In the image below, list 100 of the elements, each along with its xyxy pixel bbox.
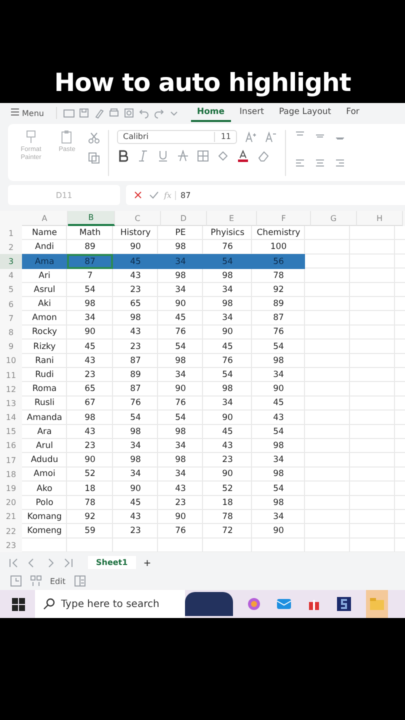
font-name-dropdown[interactable]: Calibri 11 <box>117 130 237 144</box>
first-sheet-icon[interactable] <box>8 556 20 569</box>
table-cell-text: Amon <box>31 312 58 326</box>
table-cell-text: 76 <box>221 354 234 368</box>
app-tile-icon[interactable] <box>336 596 352 612</box>
strikethrough-icon[interactable] <box>177 150 189 162</box>
sheet-tab[interactable]: Sheet1 <box>88 556 136 570</box>
add-sheet-button[interactable]: + <box>142 556 153 570</box>
row-header[interactable]: 17 <box>0 453 22 468</box>
preview-icon[interactable] <box>122 107 135 120</box>
row-header[interactable]: 5 <box>0 282 22 297</box>
table-cell-text: 76 <box>174 397 187 410</box>
clock-icon[interactable] <box>10 575 22 588</box>
column-header[interactable]: B <box>68 211 115 226</box>
table-cell-text: Math <box>78 227 102 240</box>
table-cell-text: 43 <box>129 510 142 524</box>
search-icon[interactable] <box>43 598 55 610</box>
row-header[interactable]: 13 <box>0 396 22 410</box>
save-icon[interactable] <box>78 107 90 120</box>
row-header[interactable]: 14 <box>0 410 22 425</box>
function-label[interactable]: fx <box>164 190 176 200</box>
ribbon-tab[interactable]: For <box>340 104 366 122</box>
grid-icon[interactable] <box>30 575 42 588</box>
column-header[interactable]: E <box>207 211 257 226</box>
row-header[interactable]: 12 <box>0 382 22 396</box>
formula-field[interactable]: fx 87 <box>126 185 405 206</box>
row-header[interactable]: 6 <box>0 296 22 312</box>
windows-start-icon[interactable] <box>10 596 26 612</box>
decrease-font-icon[interactable] <box>265 130 277 143</box>
column-header[interactable]: F <box>257 211 311 226</box>
row-header[interactable]: 11 <box>0 368 22 382</box>
active-cell[interactable]: 87 <box>67 254 113 269</box>
confirm-icon[interactable] <box>148 189 160 202</box>
table-cell-text: 92 <box>272 284 285 297</box>
table-cell-text: 76 <box>174 525 187 538</box>
redo-icon[interactable] <box>152 107 165 120</box>
align-center-icon[interactable] <box>314 156 326 169</box>
row-header[interactable]: 4 <box>0 268 22 283</box>
ribbon-tab[interactable]: Page Layout <box>272 104 338 122</box>
table-cell-text: 76 <box>129 397 142 410</box>
taskbar-search-field[interactable]: Type here to search <box>35 590 185 618</box>
increase-font-icon[interactable] <box>245 130 257 143</box>
underline-icon[interactable] <box>157 150 169 162</box>
column-header[interactable]: H <box>357 211 403 226</box>
row-header[interactable]: 15 <box>0 424 22 439</box>
undo-icon[interactable] <box>138 107 150 120</box>
name-box[interactable]: D11 <box>8 185 120 206</box>
table-cell-text: PE <box>174 227 187 240</box>
table-cell-text: 78 <box>221 510 234 524</box>
table-cell-text: 87 <box>272 312 285 326</box>
table-cell-text: 90 <box>221 326 234 340</box>
row-header[interactable]: 8 <box>0 325 22 340</box>
row-header[interactable]: 21 <box>0 510 22 524</box>
table-cell-text: 89 <box>272 298 285 312</box>
row-header[interactable]: 9 <box>0 340 22 354</box>
row-header[interactable]: 16 <box>0 438 22 454</box>
align-right-icon[interactable] <box>334 156 346 169</box>
row-header[interactable]: 20 <box>0 496 22 510</box>
row-header[interactable]: 2 <box>0 240 22 254</box>
column-header[interactable]: G <box>311 211 357 226</box>
table-cell-text: 87 <box>129 383 142 396</box>
copilot-icon[interactable] <box>246 596 262 612</box>
row-header[interactable]: 10 <box>0 354 22 368</box>
row-header[interactable]: 19 <box>0 481 22 496</box>
row-header[interactable]: 7 <box>0 311 22 326</box>
copy-icon[interactable] <box>88 152 100 164</box>
eraser-icon[interactable] <box>257 150 269 162</box>
row-header[interactable]: 3 <box>0 254 22 269</box>
table-cell-text: 43 <box>129 270 142 283</box>
print-icon[interactable] <box>108 107 120 120</box>
row-header[interactable]: 22 <box>0 524 22 538</box>
italic-icon[interactable] <box>137 150 149 162</box>
ribbon-tab[interactable]: Insert <box>234 104 270 122</box>
column-header[interactable]: D <box>161 211 207 226</box>
table-cell-text: 54 <box>272 482 285 496</box>
row-header[interactable]: 18 <box>0 467 22 482</box>
last-sheet-icon[interactable] <box>62 556 74 569</box>
table-cell-text: 78 <box>84 496 96 510</box>
table-cell-text: 90 <box>174 383 187 396</box>
align-left-icon[interactable] <box>294 156 306 169</box>
mail-icon[interactable] <box>276 596 292 612</box>
font-color-icon[interactable] <box>237 150 249 162</box>
menu-button[interactable]: Menu <box>8 108 47 118</box>
clipboard-icon[interactable] <box>60 130 74 144</box>
table-cell-text: 98 <box>221 298 234 312</box>
table-cell-text: 65 <box>84 383 96 396</box>
table-cell-text: 54 <box>174 412 187 425</box>
row-header[interactable]: 23 <box>0 538 22 552</box>
table-cell-text: Roma <box>31 383 58 396</box>
borders-icon[interactable] <box>197 150 209 162</box>
menu-icon[interactable] <box>11 108 19 118</box>
table-cell-text: Andi <box>34 241 55 254</box>
scissors-icon[interactable] <box>88 132 100 144</box>
table-cell-text: 90 <box>174 298 187 312</box>
panel-icon[interactable] <box>74 575 86 588</box>
column-header[interactable]: C <box>115 211 161 226</box>
table-cell-text: 67 <box>84 397 96 410</box>
bold-button[interactable] <box>117 150 129 162</box>
ribbon-tab[interactable]: Home <box>190 104 231 122</box>
row-header[interactable]: 1 <box>0 226 22 240</box>
